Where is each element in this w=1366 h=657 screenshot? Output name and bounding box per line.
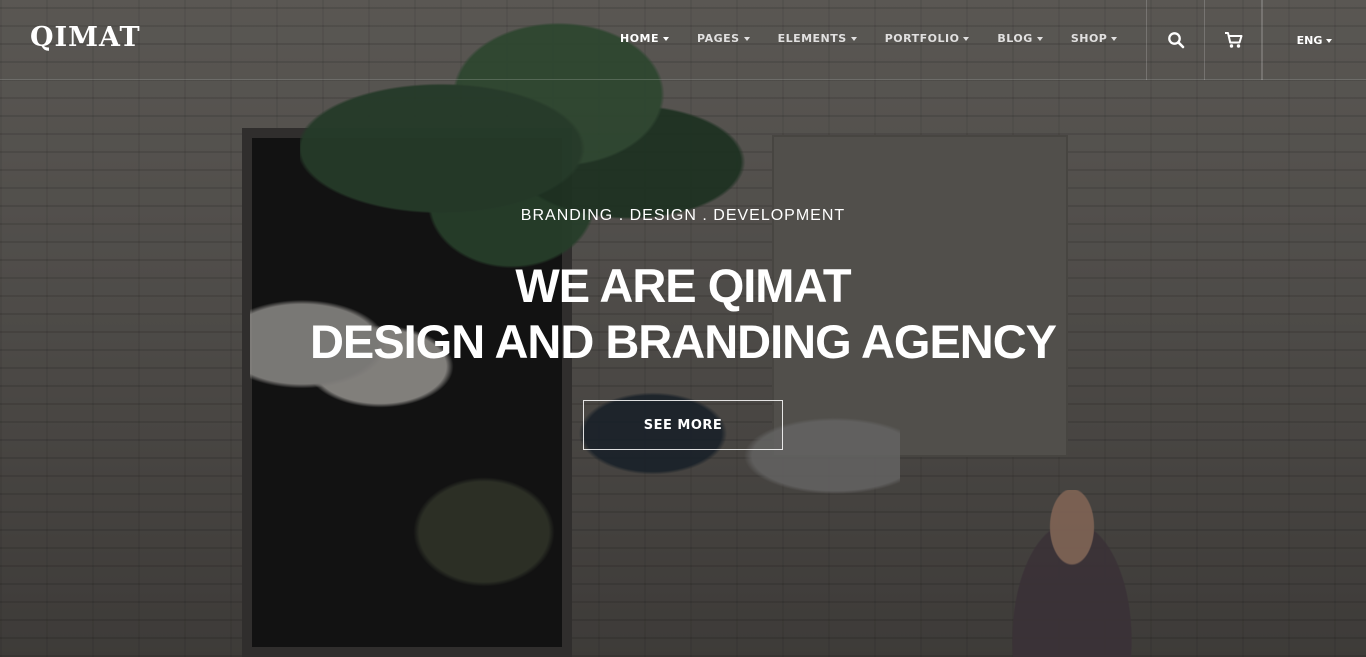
hero-kicker: BRANDING . DESIGN . DEVELOPMENT	[520, 207, 846, 224]
hero-content: BRANDING . DESIGN . DEVELOPMENT WE ARE Q…	[0, 0, 1366, 657]
hero-title: WE ARE QIMAT DESIGN AND BRANDING AGENCY	[0, 258, 1366, 370]
see-more-button[interactable]: SEE MORE	[583, 400, 783, 450]
hero-title-line-2: DESIGN AND BRANDING AGENCY	[309, 315, 1057, 368]
hero-section: QIMAT HOME PAGES ELEMENTS PORTFOLIO BLOG	[0, 0, 1366, 657]
hero-title-line-1: WE ARE QIMAT	[515, 259, 851, 312]
